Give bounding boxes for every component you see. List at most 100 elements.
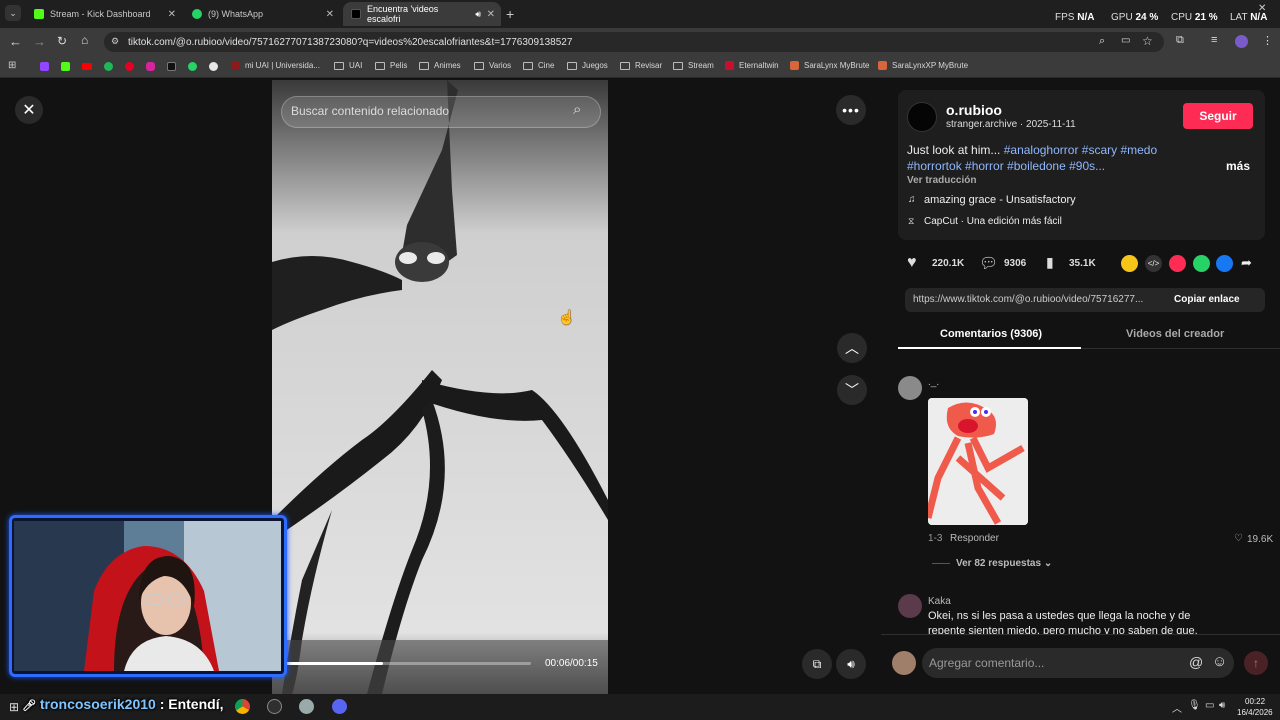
next-video-button[interactable]: ﹀	[837, 375, 867, 405]
coin-icon[interactable]	[1121, 255, 1138, 272]
previous-video-button[interactable]: ︿	[837, 333, 867, 363]
music-title[interactable]: amazing grace - Unsatisfactory	[924, 194, 1076, 206]
whatsapp-icon[interactable]	[188, 62, 197, 71]
creator-username[interactable]: o.rubioo	[946, 102, 1002, 118]
youtube-icon[interactable]	[82, 63, 92, 70]
clock-time[interactable]: 00:22	[1245, 697, 1265, 706]
bookmark-eternaltwin[interactable]: Eternaltwin	[725, 61, 779, 70]
close-tab-icon[interactable]: ✕	[487, 9, 495, 20]
whatsapp-icon	[192, 9, 202, 19]
more-link[interactable]: más	[1226, 159, 1250, 173]
apps-grid-icon[interactable]: ⊞	[8, 60, 16, 71]
pip-button[interactable]: ⧉	[802, 649, 832, 679]
install-app-icon[interactable]: ▭	[1121, 35, 1130, 46]
microphone-icon[interactable]: 🎙︎	[1188, 700, 1201, 711]
bookmark-folder[interactable]: Juegos	[567, 61, 608, 70]
bookmark-folder[interactable]: UAI	[334, 61, 362, 70]
instagram-icon[interactable]	[146, 62, 155, 71]
reload-icon[interactable]: ↻	[57, 34, 67, 48]
pinterest-icon[interactable]	[125, 62, 134, 71]
windows-start-icon[interactable]: ⊞	[9, 700, 19, 714]
spotify-icon[interactable]	[104, 62, 113, 71]
tab-creator-videos[interactable]: Videos del creador	[1126, 328, 1224, 340]
comment-like-icon[interactable]: ♡	[1234, 533, 1243, 544]
bookmark-folder[interactable]: Stream	[673, 61, 714, 70]
bookmark-folder[interactable]: Varios	[474, 61, 511, 70]
audio-playing-icon[interactable]: 🔊︎	[475, 9, 481, 20]
volume-button[interactable]: 🔊︎	[836, 649, 866, 679]
post-comment-button[interactable]: ↑	[1244, 651, 1268, 675]
mention-icon[interactable]: @	[1189, 654, 1203, 670]
facebook-share-icon[interactable]	[1216, 255, 1233, 272]
follow-button[interactable]: Seguir	[1183, 103, 1253, 129]
bookmark-mybrute[interactable]: SaraLynx MyBrute	[790, 61, 870, 70]
new-tab-button[interactable]: +	[506, 6, 514, 22]
view-replies-button[interactable]: Ver 82 respuestas ⌄	[956, 558, 1052, 569]
profile-avatar[interactable]	[1235, 35, 1248, 48]
browser-menu-icon[interactable]: ⋮	[1262, 34, 1273, 47]
kick-icon	[34, 9, 44, 19]
comment-sticker-image[interactable]	[928, 398, 1028, 525]
home-icon[interactable]: ⌂	[81, 33, 88, 47]
creator-avatar[interactable]	[907, 102, 937, 132]
translate-link[interactable]: Ver traducción	[907, 175, 976, 186]
emoji-icon[interactable]: ☺	[1212, 653, 1227, 670]
zoom-icon[interactable]: ⌕	[1099, 35, 1105, 48]
back-icon[interactable]: ←	[9, 34, 22, 49]
copy-link-button[interactable]: Copiar enlace	[1174, 294, 1240, 305]
embed-icon[interactable]: </>	[1145, 255, 1162, 272]
search-icon[interactable]: ⌕	[573, 101, 581, 118]
tab-comments[interactable]: Comentarios (9306)	[940, 328, 1042, 340]
bookmark-star-icon[interactable]: ☆	[1142, 34, 1153, 48]
bookmark-folder[interactable]: Animes	[419, 61, 461, 70]
tiktok-icon[interactable]	[167, 62, 176, 71]
tray-chevron-icon[interactable]: ︿	[1172, 700, 1182, 715]
comment-avatar[interactable]	[898, 594, 922, 618]
bookmark-folder[interactable]: Revisar	[620, 61, 662, 70]
tab-tiktok[interactable]: Encuentra 'videos escalofri 🔊︎ ✕	[343, 2, 501, 26]
clock-date[interactable]: 16/4/2026	[1237, 708, 1273, 717]
more-options-button[interactable]: •••	[836, 95, 866, 125]
video-player[interactable]	[272, 80, 608, 694]
close-video-button[interactable]: ✕	[15, 96, 43, 124]
app-taskbar-icon[interactable]	[299, 699, 314, 714]
uai-icon	[231, 61, 240, 70]
comment-username[interactable]: ._.	[928, 377, 939, 388]
volume-tray-icon[interactable]: 🔊︎	[1219, 700, 1225, 711]
like-icon[interactable]: ♥	[907, 254, 917, 272]
bookmark-icon[interactable]: ▮	[1046, 254, 1054, 271]
tab-kick[interactable]: Stream - Kick Dashboard ✕	[26, 2, 182, 26]
bookmark-mybrute-xp[interactable]: SaraLynxXP MyBrute	[878, 61, 968, 70]
whatsapp-share-icon[interactable]	[1193, 255, 1210, 272]
chrome-taskbar-icon[interactable]	[235, 699, 250, 714]
github-icon[interactable]	[209, 62, 218, 71]
site-info-icon[interactable]: ⚙	[111, 36, 119, 47]
send-icon[interactable]	[1169, 255, 1186, 272]
video-progress-track[interactable]	[284, 662, 531, 665]
comment-username[interactable]: Kaka	[928, 596, 951, 607]
tab-list-button[interactable]: ⌄	[5, 5, 21, 21]
close-tab-icon[interactable]: ✕	[168, 9, 176, 20]
reply-button[interactable]: Responder	[950, 533, 999, 544]
capcut-link[interactable]: CapCut · Una edición más fácil	[924, 216, 1062, 227]
extensions-icon[interactable]: ⧉	[1176, 34, 1184, 47]
obs-taskbar-icon[interactable]	[267, 699, 282, 714]
comment-avatar[interactable]	[898, 376, 922, 400]
bookmark-folder[interactable]: Cine	[523, 61, 554, 70]
media-controls-icon[interactable]: ≡	[1211, 34, 1217, 46]
more-icon: •••	[842, 102, 860, 118]
close-tab-icon[interactable]: ✕	[326, 9, 334, 20]
twitch-icon[interactable]	[40, 62, 49, 71]
tab-whatsapp[interactable]: (9) WhatsApp ✕	[184, 2, 340, 26]
window-close-icon[interactable]: ✕	[1258, 3, 1266, 14]
kick-icon[interactable]	[61, 62, 70, 71]
folder-icon	[419, 61, 429, 70]
caption-line-1: Just look at him... #analoghorror #scary…	[907, 143, 1158, 157]
forward-icon[interactable]: →	[33, 34, 46, 49]
discord-taskbar-icon[interactable]	[332, 699, 347, 714]
bookmark-uai-portal[interactable]: mi UAI | Universida...	[231, 61, 320, 70]
bookmark-folder[interactable]: Pelis	[375, 61, 407, 70]
network-icon[interactable]: ▭	[1205, 700, 1214, 711]
comment-icon[interactable]: 💬︎	[979, 254, 998, 272]
share-icon[interactable]: ➦	[1241, 255, 1252, 271]
